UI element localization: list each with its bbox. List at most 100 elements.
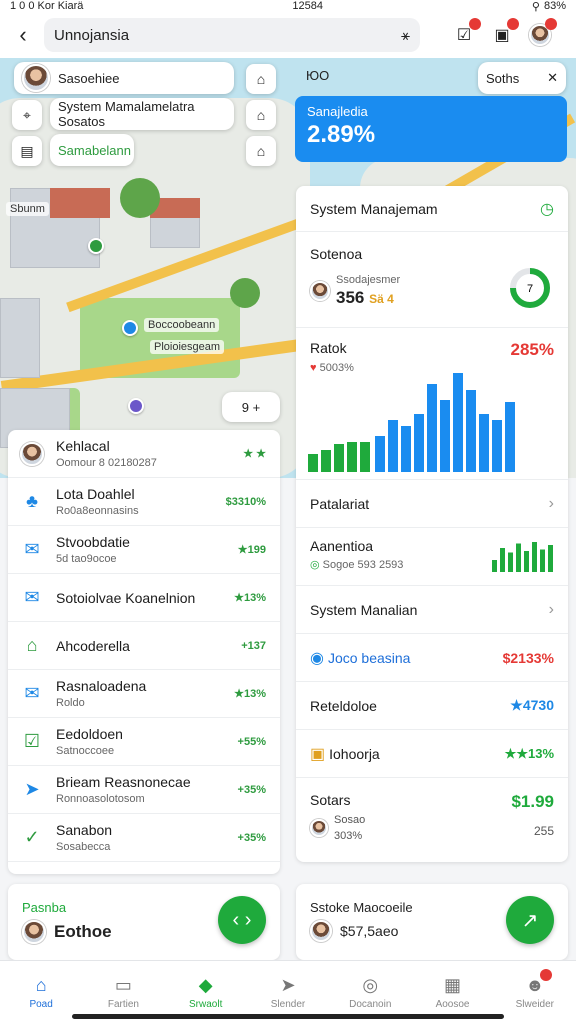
search-icon[interactable]: ⚹ bbox=[401, 27, 410, 44]
profile-avatar[interactable] bbox=[528, 18, 557, 47]
chart-bar-green bbox=[308, 454, 318, 472]
row-sub: Sogoe 593 2593 bbox=[322, 559, 404, 571]
map-building-roof bbox=[50, 188, 110, 218]
map-chip[interactable]: System Mamalamelatra Sosatos bbox=[50, 98, 234, 130]
list-item-name: Sanabon bbox=[56, 822, 113, 838]
home-icon[interactable]: ⌂ bbox=[246, 100, 276, 130]
clock-icon[interactable]: ◷ bbox=[540, 199, 554, 219]
chart-icon[interactable]: ▤ bbox=[12, 136, 42, 166]
home-indicator bbox=[72, 1014, 504, 1019]
notification-badge bbox=[539, 969, 552, 981]
share-button[interactable]: ↗ bbox=[506, 896, 554, 944]
mini-bar bbox=[548, 545, 553, 572]
map-label: Boccoobeann bbox=[144, 318, 220, 332]
chart-value: 285% bbox=[510, 340, 554, 359]
back-button[interactable]: ‹ bbox=[8, 20, 38, 50]
list-item[interactable]: Kehlacal Oomour 8 02180287 ★ ★ bbox=[8, 430, 280, 478]
list-item-sub: Oomour 8 02180287 bbox=[56, 457, 157, 469]
nav-label: Docanoin bbox=[349, 999, 392, 1010]
list-row[interactable]: Aanentioa ◎ Sogoe 593 2593 bbox=[296, 528, 568, 586]
list-item-value: +55% bbox=[237, 735, 266, 748]
right-bottom-card[interactable]: Sstoke Maocoeile $57,5aeo ↗ bbox=[296, 884, 568, 960]
list-row[interactable]: ◉ Joco beasina $2133% bbox=[296, 634, 568, 682]
send-icon: ➤ bbox=[24, 779, 40, 799]
map-pin[interactable] bbox=[88, 238, 104, 254]
search-bar[interactable]: Unnojansia ⚹ bbox=[44, 18, 420, 52]
filter-button[interactable]: Soths ✕ bbox=[478, 62, 566, 94]
home-icon[interactable]: ⌂ bbox=[246, 64, 276, 94]
list-item-name: Eedoldoen bbox=[56, 726, 123, 742]
nav-profile[interactable]: ☻ Slweider bbox=[494, 961, 576, 1024]
chevron-right-icon[interactable]: › bbox=[549, 601, 554, 619]
list-item[interactable]: ⌂ Ahcoderella +137 bbox=[8, 622, 280, 670]
row-sub: Sosao bbox=[334, 814, 366, 826]
chart-bar-blue bbox=[427, 384, 437, 472]
list-row[interactable]: Reteldoloe ★4730 bbox=[296, 682, 568, 730]
mini-bar bbox=[540, 549, 545, 572]
send-mail-icon: ✉ bbox=[24, 587, 40, 607]
list-item-sub: Ro0a8eonnasins bbox=[56, 505, 139, 517]
list-item-name: Kehlacal bbox=[56, 438, 110, 454]
section-value-suffix: Sä 4 bbox=[369, 292, 394, 306]
chart-section[interactable]: Ratok 285% ♥ 5003% bbox=[296, 328, 568, 480]
row-value: $2133% bbox=[502, 649, 554, 666]
sotona-section[interactable]: Sotenoa Ssodajesmer 356 Sä 4 7 bbox=[296, 232, 568, 328]
avatar bbox=[22, 920, 46, 944]
row-label: Patalariat bbox=[310, 495, 370, 512]
chart-bar-green bbox=[321, 450, 331, 472]
nav-label: Srwaolt bbox=[189, 999, 223, 1010]
nav-label: Fartien bbox=[107, 999, 139, 1010]
compass-icon: ◎ bbox=[362, 975, 379, 995]
nav-label: Aoosoe bbox=[435, 999, 470, 1010]
map-pin[interactable] bbox=[128, 398, 144, 414]
highlight-card[interactable]: Sanajledia 2.89% bbox=[295, 96, 567, 162]
list-item[interactable]: ➤ Brieam Reasnonecae Ronnoasolotosom +35% bbox=[8, 766, 280, 814]
left-bottom-card[interactable]: Pasnba Eothoe ‹ › bbox=[8, 884, 280, 960]
home-icon[interactable]: ⌂ bbox=[246, 136, 276, 166]
mini-bar bbox=[524, 551, 529, 572]
top-bar: ‹ Unnojansia ⚹ ☑ ▣ bbox=[0, 12, 576, 58]
zoom-control[interactable]: 9 + bbox=[222, 392, 280, 422]
chevron-right-icon[interactable]: › bbox=[549, 495, 554, 513]
chart-bar-green bbox=[334, 444, 344, 472]
right-panel: System Manajemam ◷ Sotenoa Ssodajesmer 3… bbox=[296, 186, 568, 862]
nav-home[interactable]: ⌂ Poad bbox=[0, 961, 82, 1024]
list-row[interactable]: Sotars Sosao 303% $1.99 255 bbox=[296, 778, 568, 862]
map-chip[interactable]: Samabelann bbox=[50, 134, 134, 166]
close-icon[interactable]: ✕ bbox=[547, 70, 558, 86]
row-value: $1.99 bbox=[511, 792, 554, 811]
map-chip[interactable]: Sasoehiee bbox=[14, 62, 234, 94]
list-item[interactable]: ✉ Sotoiolvae Koanelnion ★13% bbox=[8, 574, 280, 622]
chart-bar-blue bbox=[466, 390, 476, 472]
list-item[interactable]: ✓ Sanabon Sosabecca +35% bbox=[8, 814, 280, 862]
row-value: 255 bbox=[533, 824, 554, 838]
swap-button[interactable]: ‹ › bbox=[218, 896, 266, 944]
row-label: Reteldoloe bbox=[310, 697, 377, 714]
list-row[interactable]: ▣ Iohoorja ★★13% bbox=[296, 730, 568, 778]
map-pin[interactable] bbox=[122, 320, 138, 336]
nav-label: Slender bbox=[270, 999, 306, 1010]
highlight-value: 2.89% bbox=[307, 121, 376, 148]
chart-bar-blue bbox=[505, 402, 515, 472]
home-icon: ⌂ bbox=[26, 635, 38, 655]
inbox-icon[interactable]: ▣ bbox=[490, 18, 519, 47]
info-icon: ◉ bbox=[310, 649, 324, 667]
list-row[interactable]: System Manalian › bbox=[296, 586, 568, 634]
map-top-label: ЮO bbox=[306, 68, 330, 83]
panel-title: System Manajemam bbox=[310, 200, 438, 217]
chart-bar-blue bbox=[440, 400, 450, 472]
list-item[interactable]: ✉ Stvoobdatie 5d tao9ocoe ★199 bbox=[8, 526, 280, 574]
notification-badge bbox=[469, 18, 481, 30]
avatar bbox=[22, 64, 50, 92]
list-item[interactable]: ♣ Lota Doahlel Ro0a8eonnasins $3310% bbox=[8, 478, 280, 526]
list-item[interactable]: ☑ Eedoldoen Satnoccoee +55% bbox=[8, 718, 280, 766]
list-item[interactable]: ✉ Rasnaloadena Roldo ★13% bbox=[8, 670, 280, 718]
map-tree bbox=[120, 178, 160, 218]
home-icon: ⌂ bbox=[35, 975, 47, 995]
list-item-sub: Roldo bbox=[56, 697, 85, 709]
card-title: Sstoke Maocoeile bbox=[310, 900, 413, 915]
location-icon[interactable]: ⌖ bbox=[12, 100, 42, 130]
list-row[interactable]: Patalariat › bbox=[296, 480, 568, 528]
checklist-icon[interactable]: ☑ bbox=[452, 18, 481, 47]
ring-label: 7 bbox=[527, 283, 533, 295]
